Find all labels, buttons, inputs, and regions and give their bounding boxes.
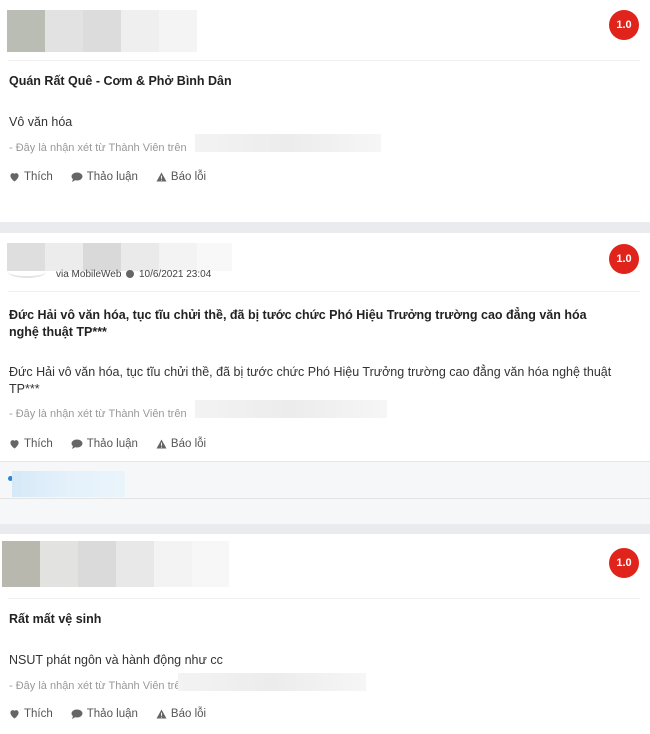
review-body: Đức Hải vô văn hóa, tục tĩu chửi thề, đã…	[9, 365, 612, 396]
review-body: NSUT phát ngôn và hành động như cc	[9, 653, 223, 667]
source-link[interactable]	[195, 400, 387, 418]
like-label: Thích	[24, 708, 53, 720]
review-card: via MobileWeb 10/6/2021 23:04 1.0 Đức Hả…	[0, 233, 650, 524]
warning-icon	[156, 439, 167, 449]
warning-icon	[156, 709, 167, 719]
reply-author[interactable]	[12, 471, 125, 497]
like-button[interactable]: Thích	[9, 171, 53, 183]
report-label: Báo lỗi	[170, 171, 207, 183]
discuss-label: Thảo luận	[86, 438, 138, 450]
post-date: 10/6/2021 23:04	[138, 269, 212, 280]
divider	[8, 598, 640, 599]
discuss-button[interactable]: Thảo luận	[71, 171, 138, 183]
review-title[interactable]: Đức Hải vô văn hóa, tục tĩu chửi thề, đã…	[9, 307, 619, 341]
review-card: 1.0 Rất mất vệ sinh NSUT phát ngôn và hà…	[0, 534, 650, 734]
avatar[interactable]	[2, 541, 229, 587]
review-body: Vô văn hóa	[9, 115, 73, 129]
review-card: 1.0 Quán Rất Quê - Cơm & Phở Bình Dân Vô…	[0, 0, 650, 222]
like-button[interactable]: Thích	[9, 438, 53, 450]
report-label: Báo lỗi	[170, 438, 207, 450]
like-label: Thích	[24, 171, 53, 183]
warning-icon	[156, 172, 167, 182]
comment-icon	[71, 172, 83, 182]
separator	[0, 222, 650, 233]
score-badge: 1.0	[609, 548, 639, 578]
review-actions: Thích Thảo luận Báo lỗi	[9, 171, 206, 183]
avatar-placeholder	[8, 266, 46, 278]
via-label: via MobileWeb	[56, 269, 122, 280]
report-button[interactable]: Báo lỗi	[156, 708, 206, 720]
divider	[8, 60, 640, 61]
comment-icon	[71, 709, 83, 719]
divider	[0, 498, 650, 499]
heart-icon	[10, 173, 19, 182]
discuss-label: Thảo luận	[86, 708, 138, 720]
comment-icon	[71, 439, 83, 449]
report-button[interactable]: Báo lỗi	[156, 171, 206, 183]
review-actions: Thích Thảo luận Báo lỗi	[9, 708, 206, 720]
like-button[interactable]: Thích	[9, 708, 53, 720]
heart-icon	[10, 440, 19, 449]
separator	[0, 524, 650, 534]
globe-icon	[126, 270, 135, 278]
avatar[interactable]	[7, 10, 197, 52]
heart-icon	[10, 710, 19, 719]
discuss-button[interactable]: Thảo luận	[71, 438, 138, 450]
report-button[interactable]: Báo lỗi	[156, 438, 206, 450]
score-badge: 1.0	[609, 10, 639, 40]
score-badge: 1.0	[609, 244, 639, 274]
report-label: Báo lỗi	[170, 708, 207, 720]
source-link[interactable]	[195, 134, 381, 152]
discuss-button[interactable]: Thảo luận	[71, 708, 138, 720]
review-title[interactable]: Quán Rất Quê - Cơm & Phở Bình Dân	[9, 73, 619, 90]
divider	[8, 291, 640, 292]
reply-area	[0, 461, 650, 524]
source-note: - Đây là nhận xét từ Thành Viên trên	[9, 680, 187, 692]
review-actions: Thích Thảo luận Báo lỗi	[9, 438, 206, 450]
source-link[interactable]	[178, 673, 366, 691]
source-note: - Đây là nhận xét từ Thành Viên trên	[9, 142, 187, 154]
source-note: - Đây là nhận xét từ Thành Viên trên	[9, 408, 187, 420]
discuss-label: Thảo luận	[86, 171, 138, 183]
post-meta: via MobileWeb 10/6/2021 23:04	[56, 269, 211, 280]
like-label: Thích	[24, 438, 53, 450]
review-title[interactable]: Rất mất vệ sinh	[9, 611, 619, 628]
